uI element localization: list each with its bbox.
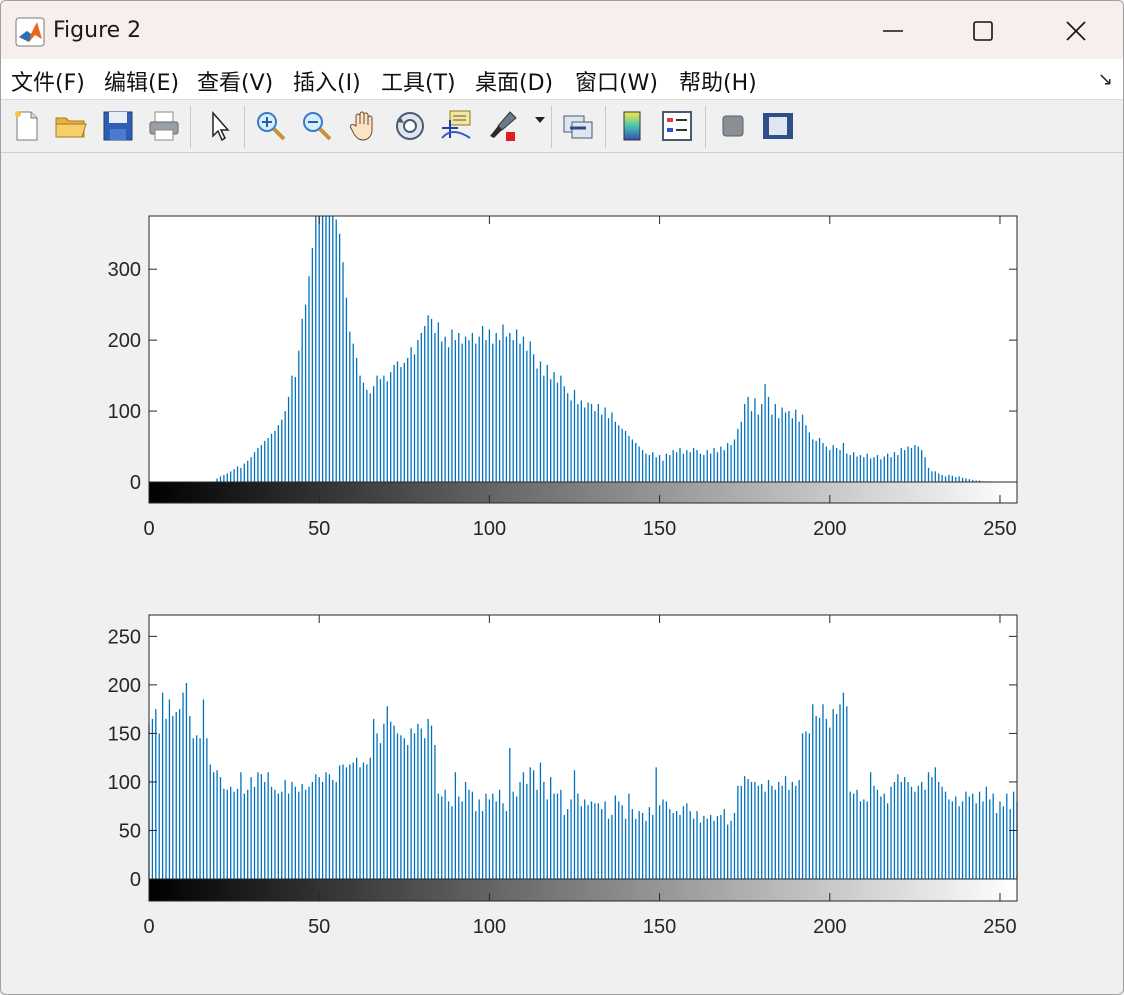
x-tick-label: 150 [643,916,676,938]
histogram-axes-2[interactable]: 0 50 100 150 200 250 0 50 100 150 200 250 [108,614,1018,938]
y-tick-label: 0 [130,472,141,494]
figure-window: Figure 2 文件(F) 编辑(E) 查看(V) 插入(I) 工具(T) 桌… [0,0,1124,995]
x-tick-label: 200 [813,916,846,938]
axes-background [149,216,1017,503]
x-tick-label: 200 [813,518,846,540]
histogram-axes-1[interactable]: 0 100 200 300 0 50 100 150 200 250 [108,215,1018,540]
x-tick-label: 0 [143,916,154,938]
y-tick-label: 0 [130,869,141,891]
y-tick-label: 300 [108,259,141,281]
axes-background [149,615,1017,901]
x-tick-label: 50 [308,518,330,540]
x-tick-label: 100 [473,916,506,938]
x-tick-label: 0 [143,518,154,540]
x-tick-label: 100 [473,518,506,540]
x-tick-label: 250 [983,916,1016,938]
y-tick-label: 100 [108,772,141,794]
grayscale-colorbar [149,879,1017,901]
x-tick-label: 50 [308,916,330,938]
x-tick-label: 250 [983,518,1016,540]
y-tick-label: 200 [108,330,141,352]
y-tick-label: 250 [108,626,141,648]
grayscale-colorbar [149,482,1017,503]
x-tick-label: 150 [643,518,676,540]
y-tick-label: 200 [108,675,141,697]
figure-canvas: 0 100 200 300 0 50 100 150 200 250 0 50 100 150 200 25… [108,215,1018,938]
y-tick-label: 100 [108,401,141,423]
y-tick-label: 50 [119,820,141,842]
y-tick-label: 150 [108,723,141,745]
